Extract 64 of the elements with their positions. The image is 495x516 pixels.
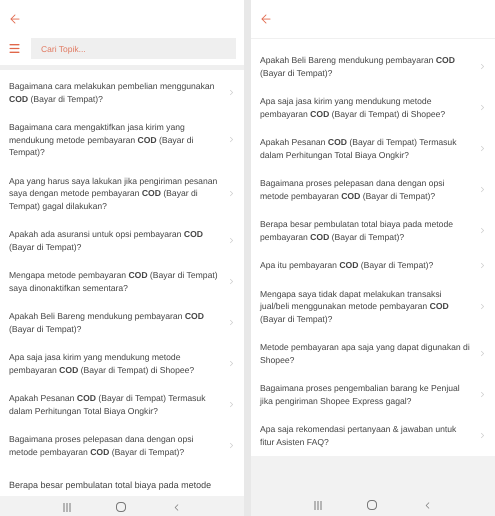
question-text: Apakah Beli Bareng mendukung pembayaran COD (Bayar di Tempat)? bbox=[9, 310, 205, 335]
search-field[interactable]: Cari Topik... bbox=[31, 38, 236, 59]
question-text: Mengapa metode pembayaran COD (Bayar di Tempat) saya dinonaktifkan sementara? bbox=[9, 269, 219, 294]
question-text: Berapa besar pembulatan total biaya pada metode bbox=[9, 480, 212, 490]
faq-item[interactable]: Bagaimana cara mengaktifkan jasa kirim yang mendukung metode pembayaran COD (Bayar di Tempat)? bbox=[0, 113, 244, 166]
faq-item[interactable]: Apakah Beli Bareng mendukung pembayaran COD (Bayar di Tempat)? bbox=[0, 302, 244, 343]
chevron-icon bbox=[478, 103, 487, 112]
question-text: Berapa besar pembulatan total biaya pada metode pembayaran COD (Bayar di Tempat)? bbox=[260, 218, 454, 243]
faq-item[interactable]: Apa saja jasa kirim yang mendukung metode pembayaran COD (Bayar di Tempat) di Shopee? bbox=[251, 87, 495, 128]
recent-apps-icon[interactable] bbox=[314, 500, 322, 510]
question-text: Apakah ada asuransi untuk opsi pembayaran COD (Bayar di Tempat)? bbox=[9, 228, 204, 253]
question-text: Apakah Pesanan COD (Bayar di Tempat) Termasuk dalam Perhitungan Total Biaya Ongkir? bbox=[9, 392, 206, 417]
chevron-icon bbox=[227, 188, 236, 198]
faq-item[interactable]: Berapa besar pembulatan total biaya pada metode pembayaran COD (Bayar di Tempat)? bbox=[251, 210, 495, 251]
faq-item[interactable]: Mengapa metode pembayaran COD (Bayar di Tempat) saya dinonaktifkan sementara? bbox=[0, 261, 244, 302]
chevron-icon bbox=[227, 135, 236, 144]
chevron-icon bbox=[478, 302, 487, 311]
question-text: Apakah Beli Bareng mendukung pembayaran COD (Bayar di Tempat)? bbox=[260, 54, 456, 79]
chevron-icon bbox=[227, 318, 236, 327]
chevron-icon bbox=[227, 277, 236, 286]
question-text: Bagaimana cara mengaktifkan jasa kirim yang mendukung metode pembayaran COD (Bayar di Tempat)? bbox=[9, 121, 194, 158]
chevron-icon bbox=[227, 441, 236, 450]
faq-item[interactable]: Apakah ada asuransi untuk opsi pembayaran COD (Bayar di Tempat)? bbox=[0, 220, 244, 261]
chevron-icon bbox=[478, 431, 487, 440]
faq-item[interactable]: Bagaimana proses pelepasan dana dengan opsi metode pembayaran COD (Bayar di Tempat)? bbox=[251, 169, 495, 210]
question-text: Bagaimana proses pelepasan dana dengan opsi metode pembayaran COD (Bayar di Tempat)? bbox=[9, 433, 194, 458]
chevron-icon bbox=[478, 349, 487, 358]
question-text: Apakah Pesanan COD (Bayar di Tempat) Termasuk dalam Perhitungan Total Biaya Ongkir? bbox=[260, 136, 458, 161]
chevron-icon bbox=[478, 185, 487, 194]
question-text: Apa yang harus saya lakukan jika pengiriman pesanan saya dengan metode pembayaran COD (Bayar di Tempat) gagal dilakukan? bbox=[9, 174, 218, 212]
faq-item[interactable]: Apa saja jasa kirim yang mendukung metode pembayaran COD (Bayar di Tempat) di Shopee? bbox=[0, 343, 244, 384]
faq-item[interactable]: Bagaimana cara melakukan pembelian menggunakan COD (Bayar di Tempat)? bbox=[0, 72, 244, 113]
faq-item[interactable]: Apakah Pesanan COD (Bayar di Tempat) Termasuk dalam Perhitungan Total Biaya Ongkir? bbox=[0, 384, 244, 425]
chevron-icon bbox=[227, 359, 236, 368]
question-text: Mengapa saya tidak dapat melakukan transaksi jual/beli menggunakan metode pembayaran COD (Bayar di Tempat)? bbox=[260, 288, 450, 325]
faq-item[interactable]: Bagaimana proses pelepasan dana dengan opsi metode pembayaran COD (Bayar di Tempat)? bbox=[0, 425, 244, 466]
question-text: Bagaimana cara melakukan pembelian menggunakan COD (Bayar di Tempat)? bbox=[9, 80, 216, 105]
chevron-icon bbox=[227, 400, 236, 409]
home-icon[interactable] bbox=[366, 500, 376, 510]
question-text: Apa saja jasa kirim yang mendukung metode pembayaran COD (Bayar di Tempat) di Shopee? bbox=[260, 95, 446, 120]
question-text: Apa saja rekomendasi pertanyaan & jawaban untuk fitur Asisten FAQ? bbox=[260, 423, 458, 448]
chevron-icon bbox=[227, 88, 236, 97]
faq-item[interactable]: Apakah Beli Bareng mendukung pembayaran COD (Bayar di Tempat)? bbox=[251, 46, 495, 87]
chevron-icon bbox=[227, 236, 236, 245]
faq-item[interactable]: Apa saja rekomendasi pertanyaan & jawaban untuk fitur Asisten FAQ? bbox=[251, 415, 495, 456]
question-text: Bagaimana proses pelepasan dana dengan opsi metode pembayaran COD (Bayar di Tempat)? bbox=[260, 177, 446, 202]
question-text: Bagaimana proses pengembalian barang ke Penjual jika pengiriman Shopee Express gagal? bbox=[260, 382, 461, 407]
chevron-icon bbox=[478, 390, 487, 399]
menu-icon[interactable] bbox=[8, 42, 21, 55]
faq-item[interactable]: Apa itu pembayaran COD (Bayar di Tempat)? bbox=[251, 251, 495, 280]
chevron-icon bbox=[478, 144, 487, 153]
chevron-icon bbox=[478, 260, 487, 270]
question-text: Apa saja jasa kirim yang mendukung metode pembayaran COD (Bayar di Tempat) di Shopee? bbox=[9, 351, 196, 376]
faq-item[interactable]: Mengapa saya tidak dapat melakukan transaksi jual/beli menggunakan metode pembayaran COD (Bayar di Tempat)? bbox=[251, 280, 495, 333]
faq-item[interactable]: Metode pembayaran apa saja yang dapat digunakan di Shopee? bbox=[251, 333, 495, 374]
faq-item[interactable]: Apakah Pesanan COD (Bayar di Tempat) Termasuk dalam Perhitungan Total Biaya Ongkir? bbox=[251, 128, 495, 169]
question-text: Metode pembayaran apa saja yang dapat digunakan di Shopee? bbox=[260, 341, 470, 366]
recent-apps-icon[interactable] bbox=[62, 502, 70, 512]
home-icon[interactable] bbox=[116, 502, 126, 512]
chevron-icon bbox=[478, 62, 487, 71]
question-text: Apa itu pembayaran COD (Bayar di Tempat)? bbox=[260, 259, 434, 272]
faq-item[interactable]: Bagaimana proses pengembalian barang ke Penjual jika pengiriman Shopee Express gagal? bbox=[251, 374, 495, 415]
faq-item[interactable]: Apa yang harus saya lakukan jika pengiriman pesanan saya dengan metode pembayaran COD (Bayar di Tempat) gagal dilakukan? bbox=[0, 166, 244, 220]
chevron-icon bbox=[478, 226, 487, 235]
